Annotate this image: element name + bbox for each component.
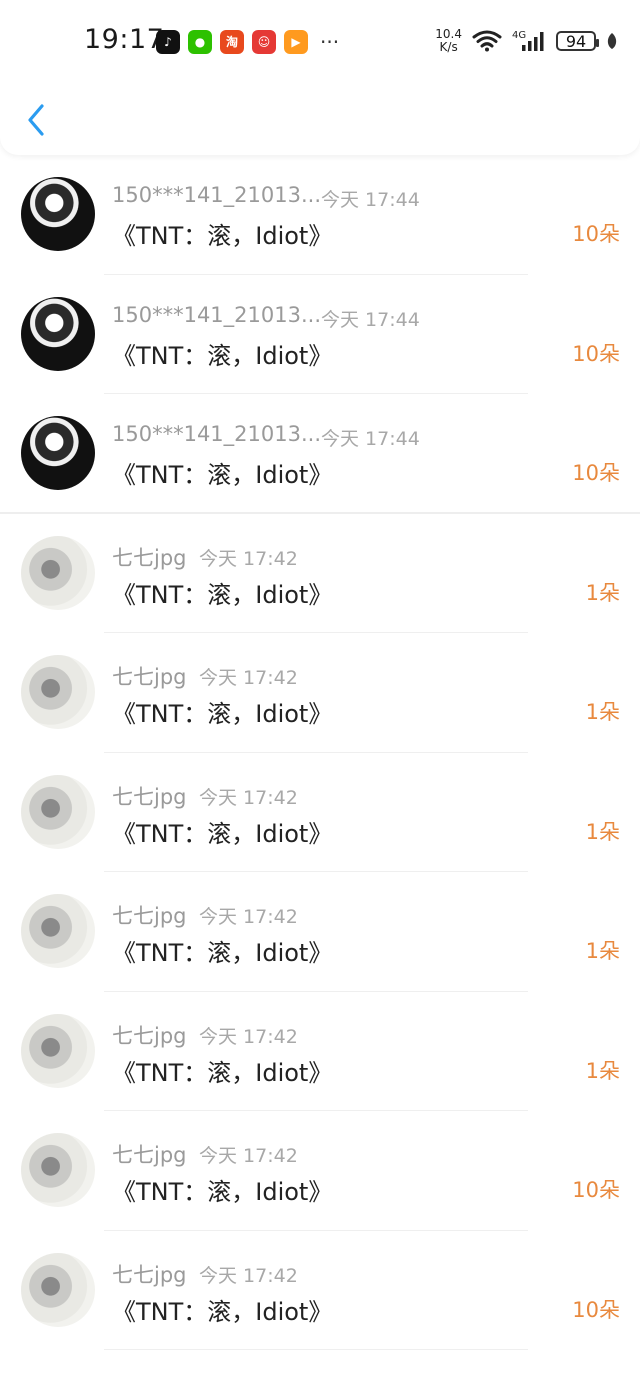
timestamp: 今天 17:42 [199,786,298,809]
avatar[interactable] [21,1013,95,1088]
divider [104,1349,528,1350]
gift-record-list: 150***141_21013... 今天 17:44 《TNT：滚，Idiot》 1… [0,155,640,1350]
gift-amount: 1朵 [585,1058,620,1083]
timestamp: 今天 17:44 [321,428,420,450]
avatar[interactable] [21,1133,95,1207]
work-title: 《TNT：滚，Idiot》 [112,819,333,848]
battery-level: 94 [565,31,587,51]
network-speed: 10.4 K/s [435,28,462,54]
gift-amount: 10朵 [572,1178,620,1202]
chevron-left-icon [28,104,44,136]
username: 七七jpg [112,904,187,928]
work-title: 《TNT：滚，Idiot》 [112,341,333,370]
gift-amount: 1朵 [585,819,620,844]
work-title: 《TNT：滚，Idiot》 [112,222,333,250]
gift-amount: 10朵 [572,341,620,366]
avatar[interactable] [21,655,95,729]
gift-amount: 1朵 [585,700,620,724]
leaf-icon [606,32,618,50]
notification-app-icons: ♪ ● 淘 ☺ ▶ ··· [156,30,339,54]
gift-record-screen: 19:17 ♪ ● 淘 ☺ ▶ ··· 10.4 K/s 4G 94 150**… [0,0,640,1387]
list-item[interactable]: 七七jpg 今天 17:42 《TNT：滚，Idiot》 10朵 [0,1230,640,1350]
username: 七七jpg [112,1023,187,1048]
work-title: 《TNT：滚，Idiot》 [112,1178,333,1206]
list-item[interactable]: 七七jpg 今天 17:42 《TNT：滚，Idiot》 10朵 [0,1111,640,1231]
timestamp: 今天 17:42 [199,1025,298,1048]
username: 七七jpg [112,1143,187,1167]
timestamp: 今天 17:42 [199,906,298,928]
status-bar: 19:17 ♪ ● 淘 ☺ ▶ ··· 10.4 K/s 4G 94 [0,0,640,80]
username: 150***141_21013... [112,183,321,207]
gift-amount: 1朵 [585,580,620,605]
work-title: 《TNT：滚，Idiot》 [112,1058,333,1087]
timestamp: 今天 17:42 [199,1145,298,1167]
cellular-signal-icon: 4G [512,29,546,53]
timestamp: 今天 17:42 [199,667,298,689]
battery-indicator: 94 [556,31,599,51]
timestamp: 今天 17:44 [321,308,420,331]
work-title: 《TNT：滚，Idiot》 [112,939,333,967]
tiktok-icon: ♪ [156,30,180,54]
network-type-label: 4G [512,30,526,41]
gift-amount: 10朵 [572,1297,620,1322]
taobao-icon: 淘 [220,30,244,54]
username: 七七jpg [112,784,187,809]
work-title: 《TNT：滚，Idiot》 [112,1297,333,1326]
timestamp: 今天 17:42 [199,1264,298,1287]
list-item[interactable]: 七七jpg 今天 17:42 《TNT：滚，Idiot》 1朵 [0,872,640,992]
list-item[interactable]: 七七jpg 今天 17:42 《TNT：滚，Idiot》 1朵 [0,752,640,872]
more-notifications-icon: ··· [320,30,340,54]
list-item[interactable]: 150***141_21013... 今天 17:44 《TNT：滚，Idiot》 1… [0,155,640,275]
avatar[interactable] [21,416,95,490]
avatar[interactable] [21,894,95,968]
username: 150***141_21013... [112,302,321,327]
work-title: 《TNT：滚，Idiot》 [112,461,333,489]
avatar[interactable] [21,296,95,371]
list-item[interactable]: 150***141_21013... 今天 17:44 《TNT：滚，Idiot》 1… [0,274,640,394]
status-time: 19:17 [84,24,165,55]
list-item[interactable]: 七七jpg 今天 17:42 《TNT：滚，Idiot》 1朵 [0,633,640,753]
list-item[interactable]: 七七jpg 今天 17:42 《TNT：滚，Idiot》 1朵 [0,513,640,633]
network-speed-unit: K/s [439,40,458,54]
avatar[interactable] [21,1252,95,1327]
username: 七七jpg [112,1262,187,1287]
gift-amount: 10朵 [572,222,620,246]
work-title: 《TNT：滚，Idiot》 [112,580,333,609]
username: 七七jpg [112,545,187,570]
gift-amount: 10朵 [572,461,620,485]
wechat-icon: ● [188,30,212,54]
username: 150***141_21013... [112,422,321,446]
top-bar: 19:17 ♪ ● 淘 ☺ ▶ ··· 10.4 K/s 4G 94 [0,0,640,155]
work-title: 《TNT：滚，Idiot》 [112,700,333,728]
red-app-icon: ☺ [252,30,276,54]
wifi-icon [472,30,502,52]
list-item[interactable]: 150***141_21013... 今天 17:44 《TNT：滚，Idiot》 1… [0,394,640,514]
back-button[interactable] [18,98,54,142]
avatar[interactable] [21,177,95,251]
orange-app-icon: ▶ [284,30,308,54]
timestamp: 今天 17:42 [199,547,298,570]
status-indicators: 10.4 K/s 4G 94 [435,26,618,56]
avatar[interactable] [21,535,95,610]
gift-amount: 1朵 [585,939,620,963]
username: 七七jpg [112,665,187,689]
list-item[interactable]: 七七jpg 今天 17:42 《TNT：滚，Idiot》 1朵 [0,991,640,1111]
timestamp: 今天 17:44 [321,189,420,211]
avatar[interactable] [21,774,95,849]
